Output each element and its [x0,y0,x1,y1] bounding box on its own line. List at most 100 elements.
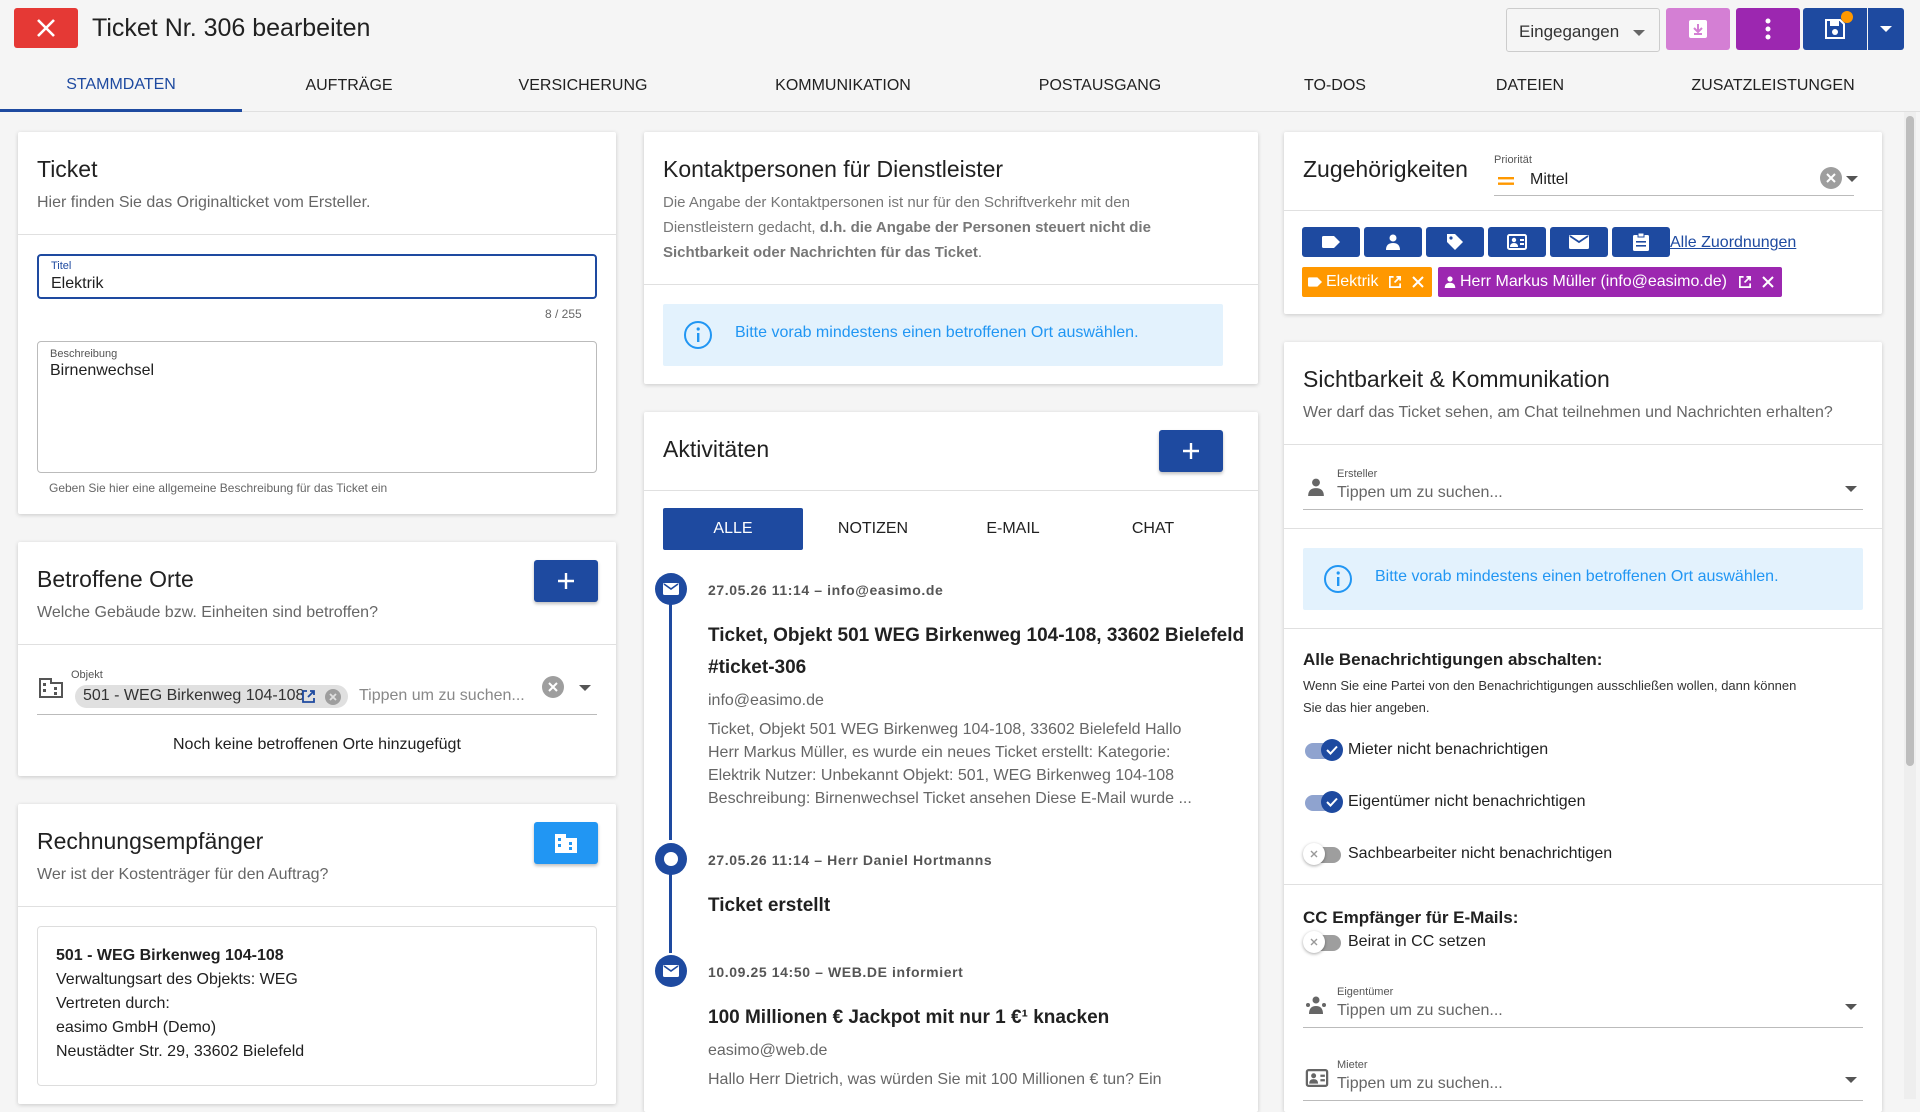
description-text: . [977,244,982,261]
toggle-label: Beirat in CC setzen [1348,933,1486,950]
chevron-down-icon [1880,26,1892,32]
add-location-button[interactable] [534,560,598,602]
contact-card-icon [1507,234,1527,250]
person-icon [1386,234,1400,250]
toggle-mieter[interactable] [1305,739,1343,761]
tab-versicherung[interactable]: VERSICHERUNG [470,60,696,112]
activity-body: Hallo Herr Dietrich, was würden Sie mit … [708,1068,1162,1091]
priority-select[interactable]: Mittel [1494,167,1858,196]
card-title: Zugehörigkeiten [1303,156,1468,182]
divider [1284,884,1882,885]
all-assignments-link[interactable]: Alle Zuordnungen [1670,234,1796,252]
add-contact-card-button[interactable] [1488,227,1546,257]
close-icon[interactable] [1762,276,1774,288]
body-line: Hallo Herr Dietrich, was würden Sie mit … [708,1071,1162,1088]
download-button[interactable] [1666,8,1730,50]
chevron-down-icon[interactable] [1846,176,1858,182]
tab-postausgang[interactable]: POSTAUSGANG [990,60,1210,112]
tab-zusatzleistungen[interactable]: ZUSATZLEISTUNGEN [1660,60,1886,112]
save-options-button[interactable] [1868,8,1904,50]
person-chip[interactable]: Herr Markus Müller (info@easimo.de) [1438,267,1782,297]
remove-chip-icon[interactable] [325,689,341,705]
tab-stammdaten[interactable]: STAMMDATEN [0,60,242,112]
toggle-beirat-cc[interactable] [1303,931,1341,953]
timeline-event-dot [655,843,687,875]
add-category-button[interactable] [1426,227,1484,257]
info-icon [684,321,712,349]
timeline-email-dot [655,955,687,987]
ersteller-select[interactable]: Ersteller Tippen um zu suchen... [1303,468,1863,510]
add-document-button[interactable] [1612,227,1670,257]
open-external-icon[interactable] [1388,275,1402,289]
mieter-select[interactable]: Mieter Tippen um zu suchen... [1303,1059,1863,1101]
activity-title[interactable]: #ticket-306 [708,652,806,684]
person-icon [1308,478,1324,496]
scrollbar-track[interactable] [1904,112,1916,1099]
activity-title[interactable]: Ticket, Objekt 501 WEG Birkenweg 104-108… [708,620,1244,652]
toggle-sachbearbeiter[interactable] [1303,843,1341,865]
chevron-down-icon [1845,486,1857,492]
activity-sender: info@easimo.de [708,692,824,709]
building-icon [555,834,577,853]
more-menu-button[interactable] [1736,8,1800,50]
toggle-label: Mieter nicht benachrichtigen [1348,741,1549,758]
plus-icon [1183,443,1199,459]
chip-label: 501 - WEG Birkenweg 104-108 [83,687,305,704]
select-recipient-button[interactable] [534,822,598,864]
search-placeholder[interactable]: Tippen um zu suchen... [359,687,525,705]
eigentuemer-select[interactable]: Eigentümer Tippen um zu suchen... [1303,986,1863,1028]
char-counter: 8 / 255 [545,307,582,321]
activity-title[interactable]: Ticket erstellt [708,890,830,922]
filter-tab-alle[interactable]: ALLE [663,508,803,550]
body-line: Ticket, Objekt 501 WEG Birkenweg 104-108… [708,721,1182,738]
toggle-eigentuemer[interactable] [1305,791,1343,813]
objekt-chip[interactable]: 501 - WEG Birkenweg 104-108 [75,685,348,708]
x-icon [1303,843,1325,865]
tag-chip[interactable]: Elektrik [1302,267,1432,297]
tab-kommunikation[interactable]: KOMMUNIKATION [730,60,956,112]
close-icon[interactable] [1412,276,1424,288]
mail-icon [1569,235,1589,249]
divider [1284,628,1882,629]
close-button[interactable] [14,8,78,48]
activity-body: Ticket, Objekt 501 WEG Birkenweg 104-108… [708,718,1192,810]
body-line: Beschreibung: Birnenwechsel Ticket anseh… [708,790,1192,807]
description-field[interactable]: Beschreibung Birnenwechsel [37,341,597,473]
status-select[interactable]: Eingegangen [1506,8,1660,52]
chevron-down-icon [1845,1077,1857,1083]
open-external-icon[interactable] [1738,275,1752,289]
filter-tab-chat[interactable]: CHAT [1083,508,1223,550]
add-email-button[interactable] [1550,227,1608,257]
filter-tab-notizen[interactable]: NOTIZEN [803,508,943,550]
activity-title[interactable]: 100 Millionen € Jackpot mit nur 1 €¹ kna… [708,1002,1109,1034]
scrollbar-thumb[interactable] [1906,116,1914,766]
open-external-icon[interactable] [301,689,316,704]
chevron-down-icon [1633,30,1645,36]
mail-icon [663,583,679,595]
card-title: Sichtbarkeit & Kommunikation [1303,366,1610,392]
add-activity-button[interactable] [1159,430,1223,472]
save-button[interactable] [1803,8,1867,50]
info-text: Bitte vorab mindestens einen betroffenen… [735,324,1139,341]
add-tag-button[interactable] [1302,227,1360,257]
affected-locations-card: Betroffene Orte Welche Gebäude bzw. Einh… [18,542,616,776]
field-label: Priorität [1494,154,1532,166]
field-label: Objekt [71,669,103,681]
clear-icon[interactable] [542,676,564,698]
filter-tab-email[interactable]: E-MAIL [943,508,1083,550]
card-title: Aktivitäten [663,436,770,462]
tab-dateien[interactable]: DATEIEN [1440,60,1620,112]
title-field[interactable]: Titel Elektrik [37,254,597,299]
clear-icon[interactable] [1820,167,1842,189]
add-person-button[interactable] [1364,227,1422,257]
card-title: Kontaktpersonen für Dienstleister [663,156,1004,182]
mail-icon [663,965,679,977]
field-label: Titel [51,260,72,272]
chevron-down-icon[interactable] [579,685,591,691]
description-line: Sichtbarkeit oder Nachrichten für das Ti… [663,244,982,261]
tab-todos[interactable]: TO-DOS [1240,60,1430,112]
card-subtitle: Wer ist der Kostenträger für den Auftrag… [37,866,329,883]
card-subtitle: Wer darf das Ticket sehen, am Chat teiln… [1303,404,1833,421]
tab-auftraege[interactable]: AUFTRÄGE [242,60,456,112]
description-line: Die Angabe der Kontaktpersonen ist nur f… [663,194,1130,211]
